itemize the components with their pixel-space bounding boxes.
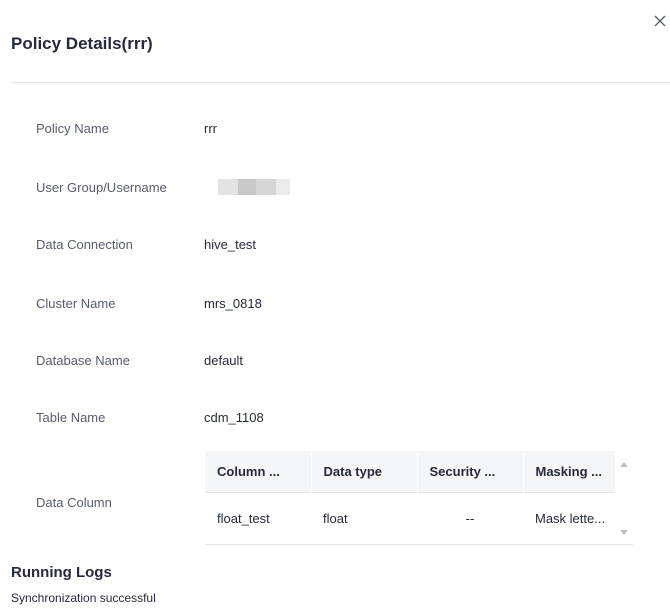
field-label: Table Name [36, 410, 106, 425]
redacted-username [204, 179, 302, 195]
cell-data-type: float [311, 492, 417, 544]
cell-security: -- [417, 492, 523, 544]
field-user-group: User Group/Username [0, 179, 670, 200]
field-label: Database Name [36, 353, 130, 368]
scroll-up-arrow-icon[interactable] [620, 462, 628, 467]
cell-masking: Mask lette... [523, 492, 615, 544]
dialog-title: Policy Details(rrr) [11, 34, 153, 53]
data-column-table: Column ... Data type Security ... Maskin… [205, 451, 633, 545]
close-button[interactable] [650, 11, 670, 31]
cell-column: float_test [205, 492, 311, 544]
close-icon [654, 15, 666, 27]
table-header-row: Column ... Data type Security ... Maskin… [205, 451, 616, 493]
field-policy-name: Policy Name rrr [0, 121, 670, 141]
field-label: Cluster Name [36, 296, 116, 311]
running-logs-message: Synchronization successful [11, 591, 156, 605]
table-row: float_test float -- Mask lette... [205, 492, 615, 544]
field-value: hive_test [204, 237, 257, 252]
field-value: default [204, 353, 244, 368]
field-label: Data Column [36, 495, 112, 510]
column-header-column[interactable]: Column ... [205, 451, 312, 493]
field-data-connection: Data Connection hive_test [0, 237, 670, 257]
scroll-down-arrow-icon[interactable] [620, 530, 628, 535]
table-scrollbar[interactable] [615, 451, 633, 544]
column-header-data-type[interactable]: Data type [311, 451, 418, 493]
running-logs-title: Running Logs [11, 564, 112, 581]
field-value: mrs_0818 [204, 296, 262, 311]
field-cluster-name: Cluster Name mrs_0818 [0, 296, 670, 316]
field-table-name: Table Name cdm_1108 [0, 410, 670, 430]
field-label: Policy Name [36, 121, 109, 136]
field-value: rrr [204, 121, 217, 136]
field-value: cdm_1108 [204, 410, 264, 425]
field-database-name: Database Name default [0, 353, 670, 373]
field-label: Data Connection [36, 237, 133, 252]
header-divider [11, 82, 670, 83]
field-label: User Group/Username [36, 180, 167, 195]
column-header-masking[interactable]: Masking ... [523, 451, 616, 493]
column-header-security[interactable]: Security ... [417, 451, 524, 493]
